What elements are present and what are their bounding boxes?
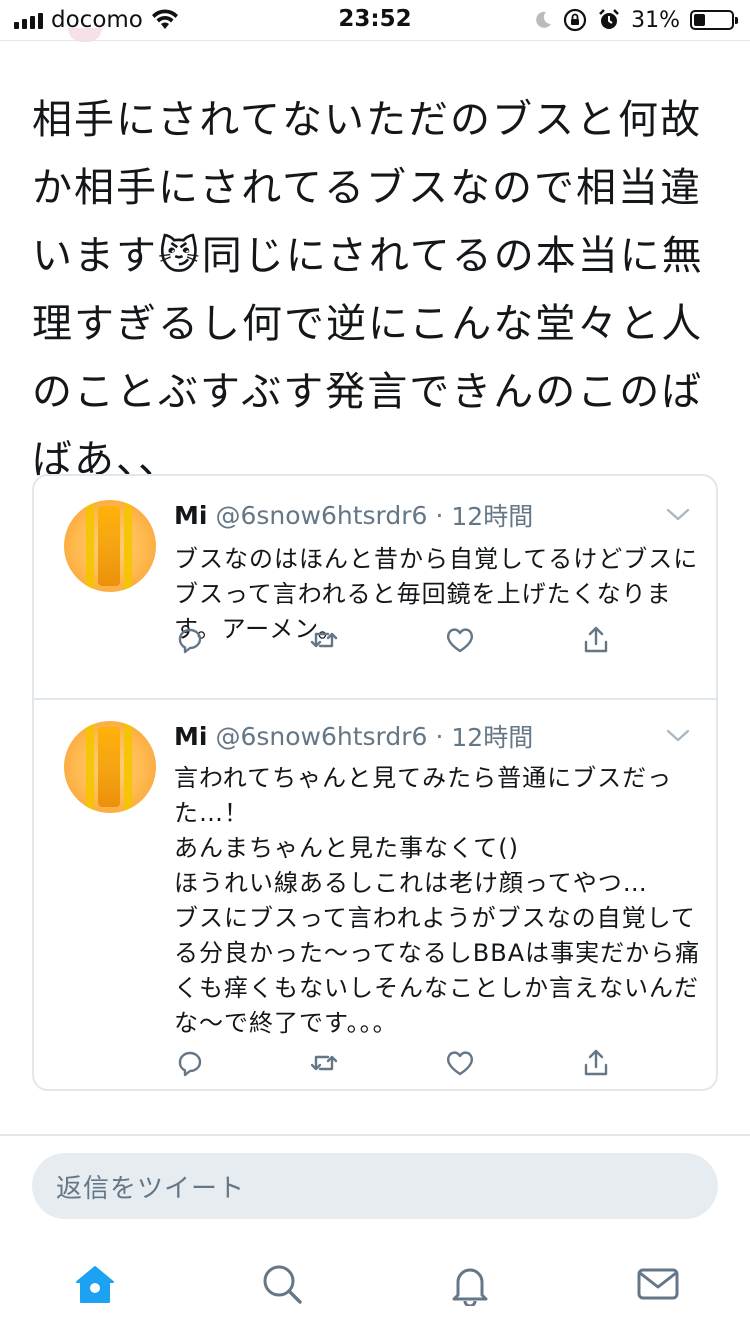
- reply-input[interactable]: 返信をツイート: [32, 1153, 718, 1219]
- retweet-icon[interactable]: [308, 624, 340, 656]
- user-name[interactable]: Mi: [174, 722, 207, 751]
- tweet-time[interactable]: 12時間: [451, 718, 533, 754]
- rotation-lock-icon: [563, 8, 587, 32]
- action-bar: [174, 1047, 634, 1083]
- tweet-header: Mi @6snow6htsrdr6 · 12時間: [174, 718, 533, 754]
- user-handle[interactable]: @6snow6htsrdr6: [215, 501, 427, 530]
- separator-dot: ·: [435, 500, 444, 530]
- home-icon[interactable]: [73, 1262, 117, 1306]
- divider: [34, 698, 716, 700]
- heart-icon[interactable]: [444, 1047, 476, 1079]
- share-icon[interactable]: [580, 624, 612, 656]
- reply-icon[interactable]: [174, 624, 206, 656]
- alarm-icon: [599, 9, 619, 29]
- retweet-icon[interactable]: [308, 1047, 340, 1079]
- battery-icon: [690, 10, 738, 30]
- tweet-text: 相手にされてないただのブスと何故か相手にされてるブスなので相当違います😼同じにさ…: [32, 97, 704, 483]
- status-right: 31%: [533, 6, 738, 34]
- status-bar: docomo 23:52 31%: [0, 0, 750, 40]
- quoted-tweet[interactable]: Mi @6snow6htsrdr6 · 12時間 ブスなのはほんと昔から自覚して…: [34, 476, 716, 700]
- reply-icon[interactable]: [174, 1047, 206, 1079]
- separator-dot: ·: [435, 721, 444, 751]
- divider: [0, 40, 750, 41]
- battery-level: [694, 14, 705, 26]
- action-bar: [174, 624, 634, 660]
- moon-icon: [536, 11, 552, 28]
- divider: [0, 1134, 750, 1136]
- tweet-header: Mi @6snow6htsrdr6 · 12時間: [174, 497, 533, 533]
- reply-placeholder: 返信をツイート: [56, 1173, 246, 1204]
- battery-percent: 31%: [631, 7, 680, 33]
- search-icon[interactable]: [260, 1262, 304, 1306]
- tweet-time[interactable]: 12時間: [451, 497, 533, 533]
- quoted-tweet[interactable]: Mi @6snow6htsrdr6 · 12時間 言われてちゃんと見てみたら普通…: [34, 701, 716, 1089]
- avatar[interactable]: [64, 500, 156, 592]
- share-icon[interactable]: [580, 1047, 612, 1079]
- user-handle[interactable]: @6snow6htsrdr6: [215, 722, 427, 751]
- mail-icon[interactable]: [636, 1262, 680, 1306]
- bell-icon[interactable]: [448, 1262, 492, 1306]
- avatar[interactable]: [64, 721, 156, 813]
- tweet-body: 言われてちゃんと見てみたら普通にブスだった…！ あんまちゃんと見た事なくて() …: [174, 764, 701, 1037]
- chevron-down-icon[interactable]: [666, 508, 690, 522]
- heart-icon[interactable]: [444, 624, 476, 656]
- user-name[interactable]: Mi: [174, 501, 207, 530]
- tab-bar: [0, 1240, 750, 1334]
- chevron-down-icon[interactable]: [666, 729, 690, 743]
- quoted-thread-card[interactable]: Mi @6snow6htsrdr6 · 12時間 ブスなのはほんと昔から自覚して…: [32, 474, 718, 1091]
